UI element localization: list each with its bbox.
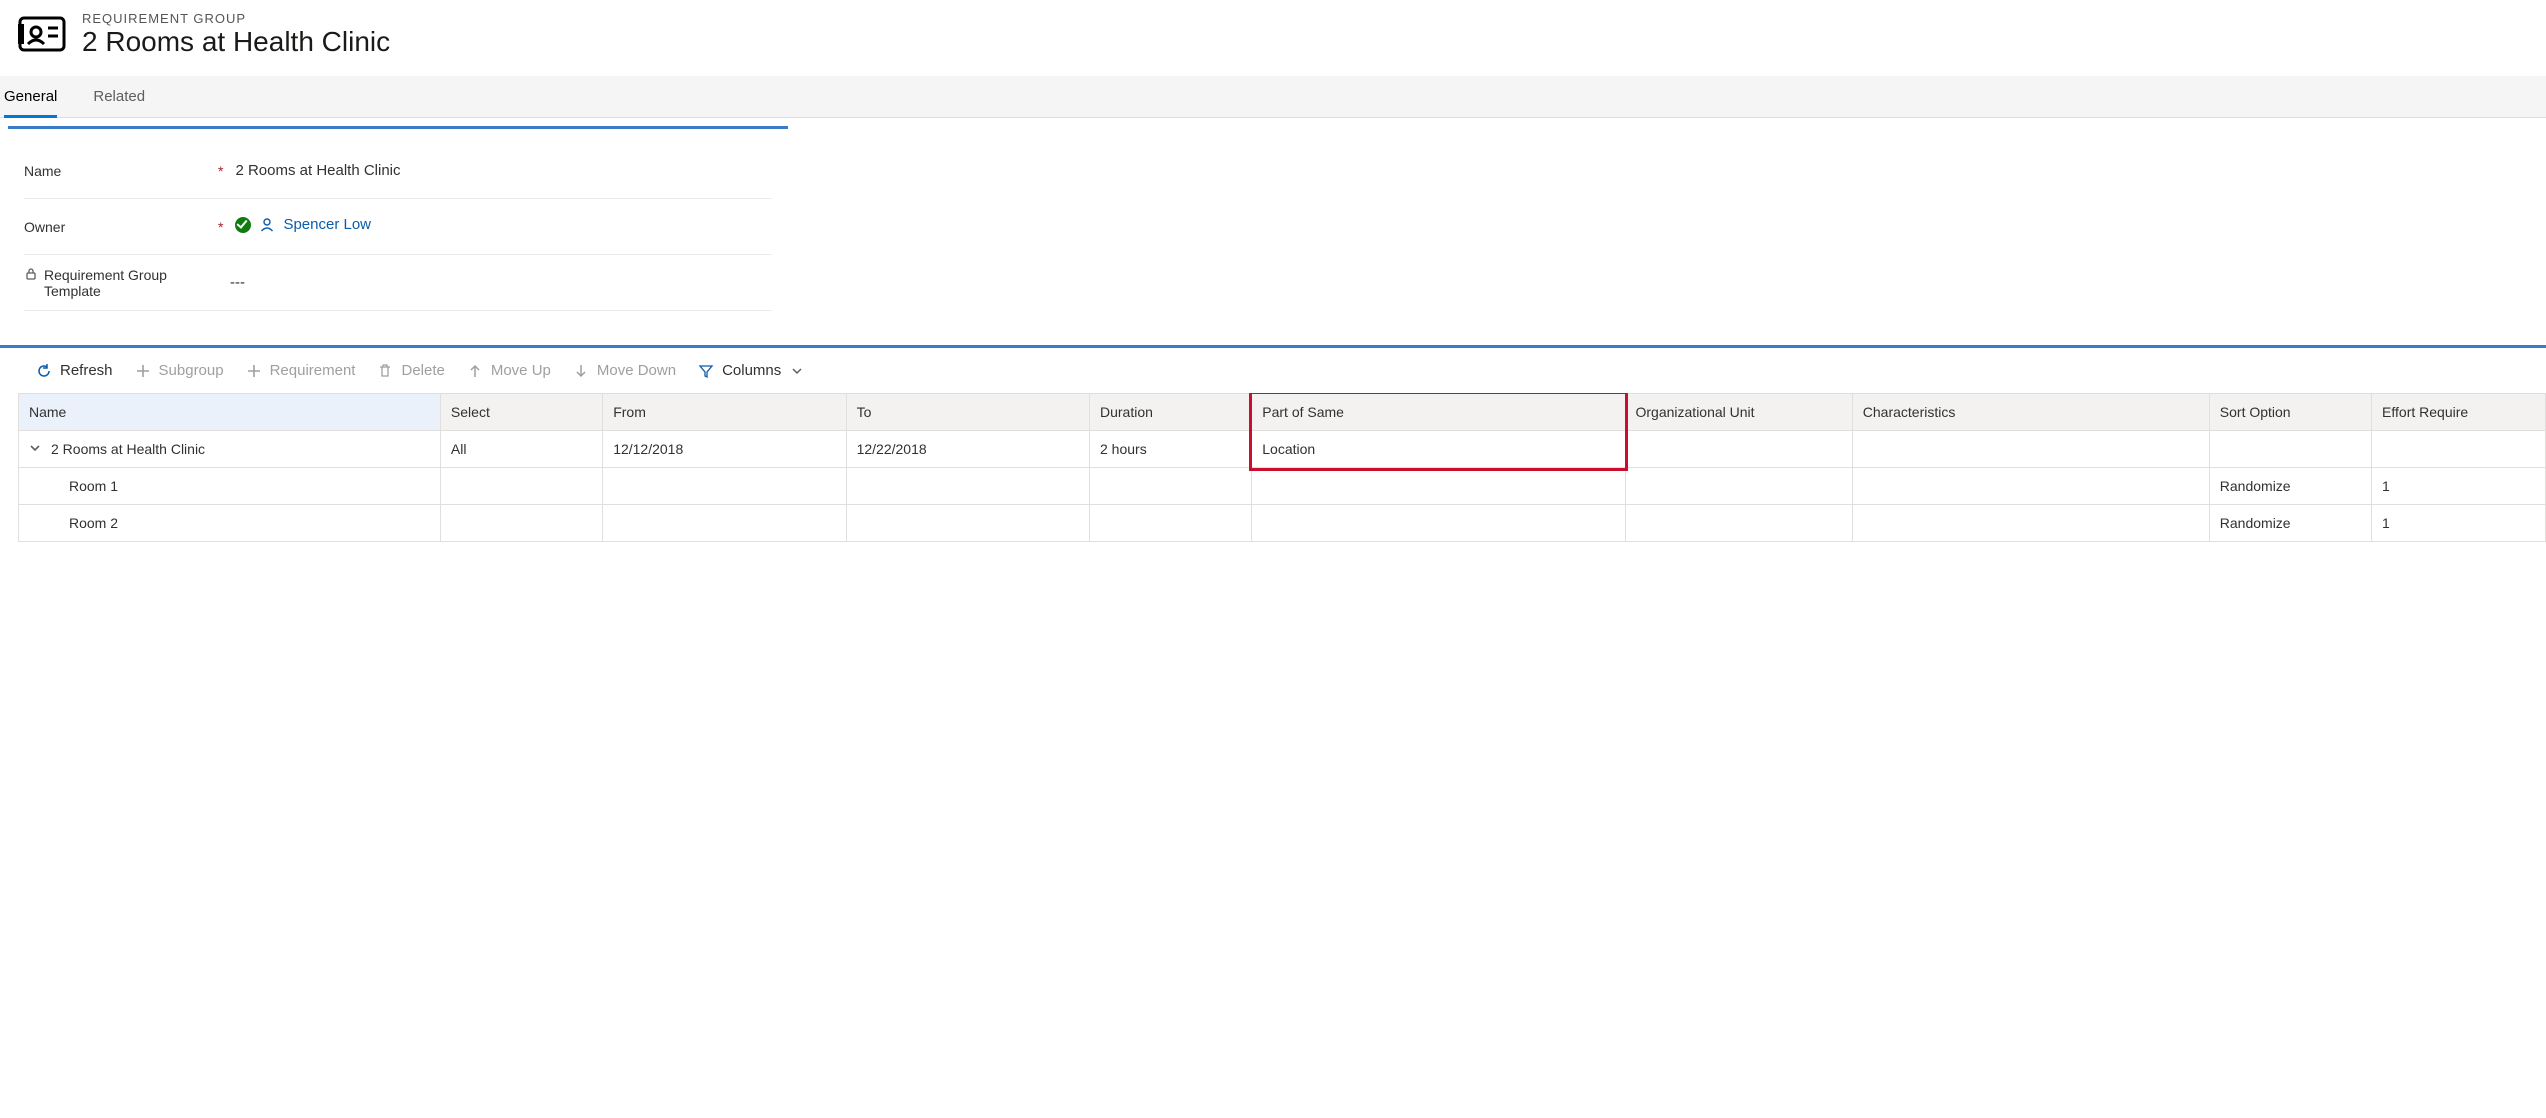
delete-button[interactable]: Delete bbox=[377, 362, 444, 379]
entity-icon bbox=[18, 10, 66, 58]
cell-sortoption[interactable] bbox=[2209, 431, 2371, 468]
table-row[interactable]: 2 Rooms at Health Clinic All12/12/201812/… bbox=[19, 431, 2546, 468]
cell-duration[interactable]: 2 hours bbox=[1090, 431, 1252, 468]
template-value: --- bbox=[230, 274, 772, 291]
owner-label: Owner bbox=[24, 219, 65, 235]
subgroup-button[interactable]: Subgroup bbox=[135, 362, 224, 379]
chevron-down-icon bbox=[789, 363, 805, 379]
cell-effort[interactable]: 1 bbox=[2372, 505, 2546, 542]
col-orgunit[interactable]: Organizational Unit bbox=[1625, 394, 1852, 431]
trash-icon bbox=[377, 363, 393, 379]
name-input[interactable]: 2 Rooms at Health Clinic bbox=[235, 162, 772, 179]
filter-icon bbox=[698, 363, 714, 379]
general-form-panel: Name * 2 Rooms at Health Clinic Owner * … bbox=[8, 126, 788, 325]
refresh-icon bbox=[36, 363, 52, 379]
cell-characteristics[interactable] bbox=[1852, 468, 2209, 505]
table-row[interactable]: Room 2 Randomize1 bbox=[19, 505, 2546, 542]
tab-bar: General Related bbox=[0, 76, 2546, 118]
tab-related[interactable]: Related bbox=[93, 76, 145, 117]
requirement-button[interactable]: Requirement bbox=[246, 362, 356, 379]
row-name: Room 2 bbox=[69, 515, 118, 531]
col-sortoption[interactable]: Sort Option bbox=[2209, 394, 2371, 431]
cell-from[interactable]: 12/12/2018 bbox=[603, 431, 846, 468]
cell-to[interactable] bbox=[846, 468, 1089, 505]
arrow-up-icon bbox=[467, 363, 483, 379]
page-header: REQUIREMENT GROUP 2 Rooms at Health Clin… bbox=[0, 0, 2546, 76]
cell-effort[interactable]: 1 bbox=[2372, 468, 2546, 505]
cell-duration[interactable] bbox=[1090, 468, 1252, 505]
col-duration[interactable]: Duration bbox=[1090, 394, 1252, 431]
chevron-down-icon[interactable] bbox=[29, 442, 43, 454]
cell-orgunit[interactable] bbox=[1625, 431, 1852, 468]
col-to[interactable]: To bbox=[846, 394, 1089, 431]
table-row[interactable]: Room 1 Randomize1 bbox=[19, 468, 2546, 505]
cell-orgunit[interactable] bbox=[1625, 505, 1852, 542]
tab-general[interactable]: General bbox=[4, 76, 57, 117]
cell-sortoption[interactable]: Randomize bbox=[2209, 505, 2371, 542]
row-name: Room 1 bbox=[69, 478, 118, 494]
refresh-button[interactable]: Refresh bbox=[36, 362, 113, 379]
cell-duration[interactable] bbox=[1090, 505, 1252, 542]
grid-header-row: Name Select From To Duration Part of Sam… bbox=[19, 394, 2546, 431]
cell-to[interactable]: 12/22/2018 bbox=[846, 431, 1089, 468]
cell-from[interactable] bbox=[603, 468, 846, 505]
moveup-button[interactable]: Move Up bbox=[467, 362, 551, 379]
cell-select[interactable] bbox=[440, 505, 602, 542]
col-select[interactable]: Select bbox=[440, 394, 602, 431]
col-name[interactable]: Name bbox=[19, 394, 441, 431]
cell-partofsame[interactable] bbox=[1252, 505, 1625, 542]
template-label: Requirement Group Template bbox=[44, 267, 194, 299]
entity-type-label: REQUIREMENT GROUP bbox=[82, 11, 390, 26]
cell-partofsame[interactable]: Location bbox=[1252, 431, 1625, 468]
cell-effort[interactable] bbox=[2372, 431, 2546, 468]
cell-from[interactable] bbox=[603, 505, 846, 542]
col-from[interactable]: From bbox=[603, 394, 846, 431]
cell-to[interactable] bbox=[846, 505, 1089, 542]
presence-icon bbox=[235, 217, 251, 233]
movedown-button[interactable]: Move Down bbox=[573, 362, 676, 379]
field-template: Requirement Group Template --- bbox=[24, 255, 772, 311]
required-indicator: * bbox=[218, 219, 223, 235]
person-icon bbox=[259, 217, 275, 233]
requirements-grid: Name Select From To Duration Part of Sam… bbox=[18, 393, 2546, 542]
cell-characteristics[interactable] bbox=[1852, 505, 2209, 542]
cell-partofsame[interactable] bbox=[1252, 468, 1625, 505]
arrow-down-icon bbox=[573, 363, 589, 379]
columns-button[interactable]: Columns bbox=[698, 362, 805, 379]
name-label: Name bbox=[24, 163, 61, 179]
cell-characteristics[interactable] bbox=[1852, 431, 2209, 468]
required-indicator: * bbox=[218, 163, 223, 179]
cell-sortoption[interactable]: Randomize bbox=[2209, 468, 2371, 505]
cell-select[interactable] bbox=[440, 468, 602, 505]
col-characteristics[interactable]: Characteristics bbox=[1852, 394, 2209, 431]
col-partofsame[interactable]: Part of Same bbox=[1252, 394, 1625, 431]
plus-icon bbox=[135, 363, 151, 379]
grid-toolbar: Refresh Subgroup Requirement Delete Move… bbox=[0, 348, 2546, 393]
row-name: 2 Rooms at Health Clinic bbox=[51, 441, 205, 457]
owner-lookup[interactable]: Spencer Low bbox=[235, 216, 371, 233]
col-effort[interactable]: Effort Require bbox=[2372, 394, 2546, 431]
field-name: Name * 2 Rooms at Health Clinic bbox=[24, 143, 772, 199]
owner-value: Spencer Low bbox=[283, 216, 371, 233]
requirements-grid-panel: Refresh Subgroup Requirement Delete Move… bbox=[0, 345, 2546, 550]
page-title: 2 Rooms at Health Clinic bbox=[82, 26, 390, 58]
cell-orgunit[interactable] bbox=[1625, 468, 1852, 505]
plus-icon bbox=[246, 363, 262, 379]
field-owner: Owner * Spencer Low bbox=[24, 199, 772, 255]
lock-icon bbox=[24, 267, 38, 281]
cell-select[interactable]: All bbox=[440, 431, 602, 468]
